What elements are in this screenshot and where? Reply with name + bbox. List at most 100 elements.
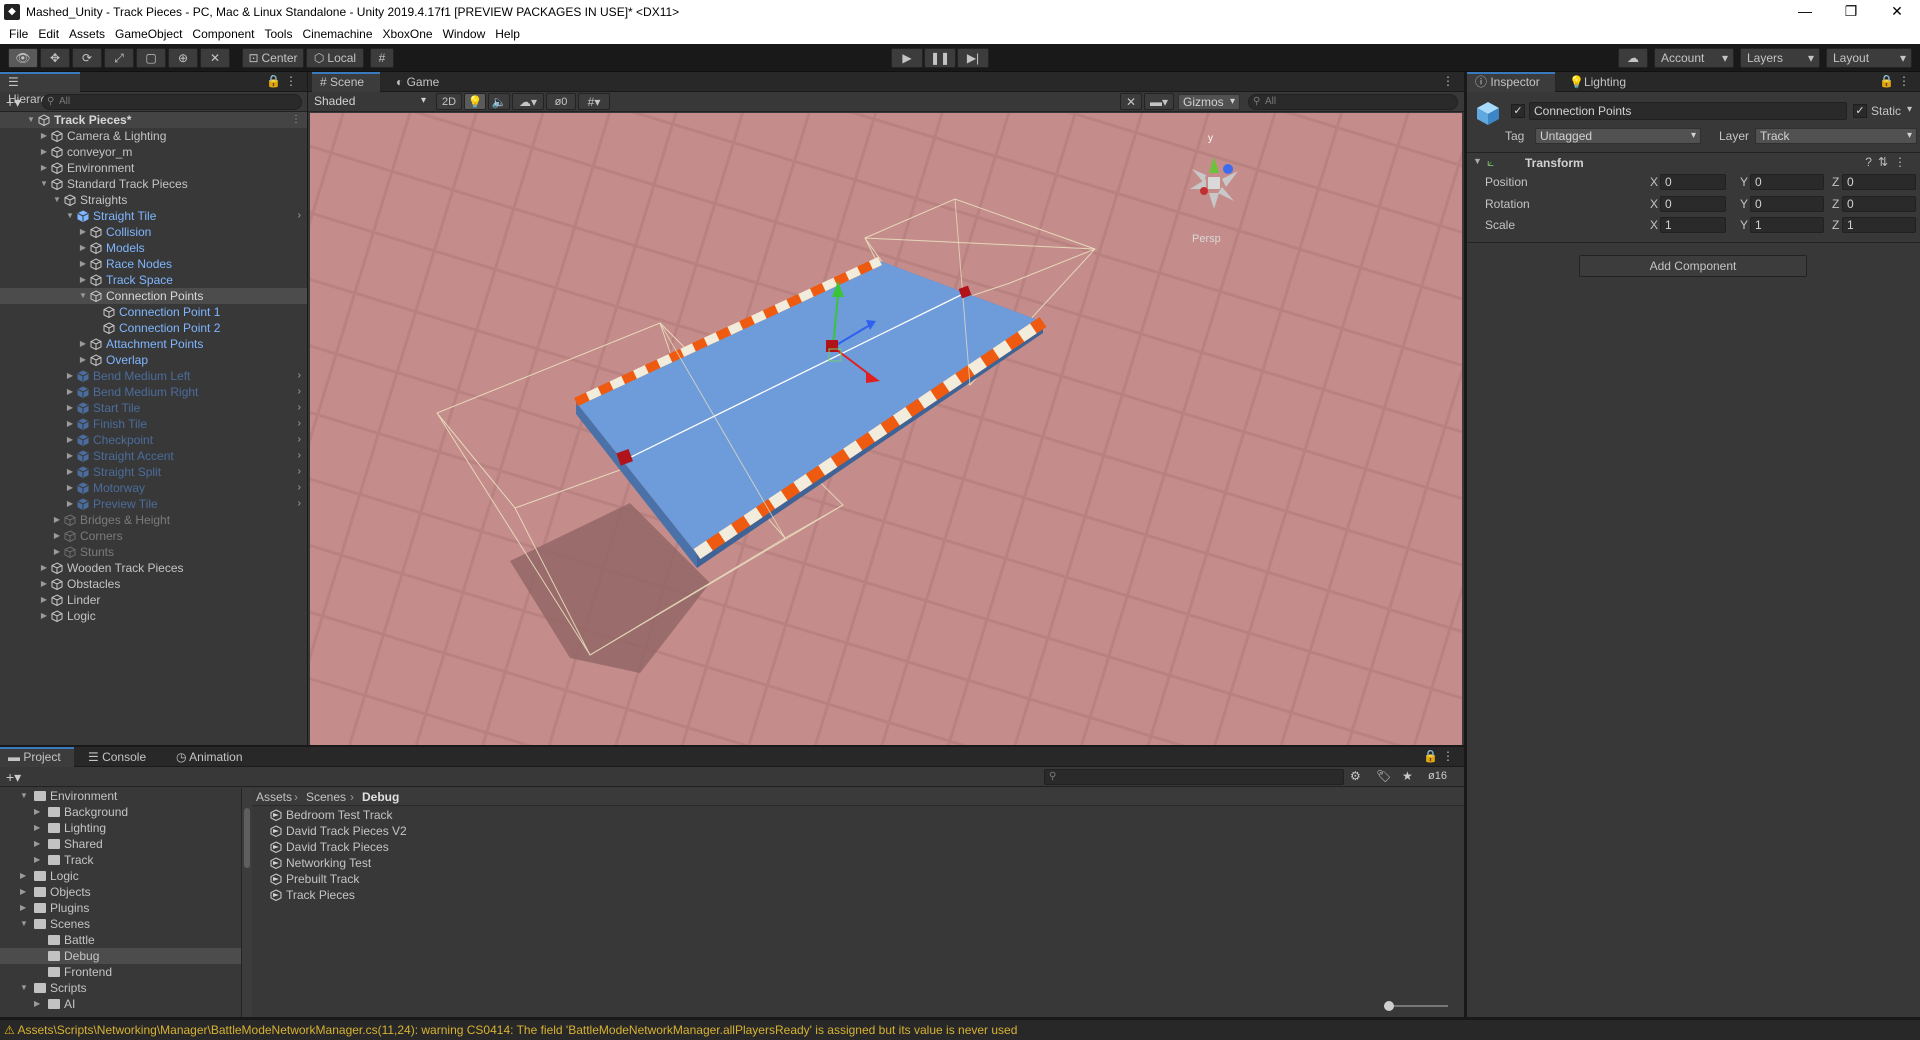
hierarchy-row[interactable]: ▶ Obstacles xyxy=(0,576,307,592)
expand-arrow-down-icon[interactable]: ▼ xyxy=(39,176,49,192)
prefab-open-chevron-icon[interactable]: › xyxy=(298,400,301,416)
persp-label[interactable]: Persp xyxy=(1192,233,1221,245)
prefab-open-chevron-icon[interactable]: › xyxy=(298,432,301,448)
step-button[interactable]: ▶| xyxy=(957,48,989,68)
hierarchy-row[interactable]: ▶ Preview Tile › xyxy=(0,496,307,512)
scene-search-input[interactable]: ⚲ All xyxy=(1248,94,1458,110)
hierarchy-row[interactable]: ▶ Checkpoint › xyxy=(0,432,307,448)
expand-arrow-right-icon[interactable]: ▶ xyxy=(20,868,26,884)
prefab-open-chevron-icon[interactable]: › xyxy=(298,416,301,432)
prefab-open-chevron-icon[interactable]: › xyxy=(298,496,301,512)
hierarchy-row[interactable]: ▶ Straight Split › xyxy=(0,464,307,480)
expand-arrow-right-icon[interactable]: ▶ xyxy=(20,900,26,916)
tab-console[interactable]: ☰ Console xyxy=(80,747,154,767)
scale-x-field[interactable]: 1 xyxy=(1660,217,1726,233)
prefab-open-chevron-icon[interactable]: › xyxy=(298,480,301,496)
pivot-local-toggle[interactable]: ⬡ Local xyxy=(306,48,364,68)
layer-dropdown[interactable]: Track xyxy=(1755,128,1917,144)
folder-tree-item[interactable]: ▼ Scripts xyxy=(0,980,241,996)
hierarchy-row[interactable]: ▶ Overlap xyxy=(0,352,307,368)
layers-dropdown[interactable]: Layers ▾ xyxy=(1740,48,1820,68)
transform-component-header[interactable]: ▼ ⟀ Transform ?⇅⋮ xyxy=(1467,153,1920,173)
hidden-packages-toggle[interactable]: ø16 xyxy=(1428,770,1447,782)
expand-arrow-right-icon[interactable]: ▶ xyxy=(39,128,49,144)
expand-arrow-down-icon[interactable]: ▼ xyxy=(78,288,88,304)
scale-z-field[interactable]: 1 xyxy=(1842,217,1916,233)
tools-icon[interactable]: ✕ xyxy=(1120,93,1142,110)
rect-tool-icon[interactable]: ▢ xyxy=(136,48,166,68)
expand-arrow-right-icon[interactable]: ▶ xyxy=(78,352,88,368)
menu-help[interactable]: Help xyxy=(490,27,525,41)
hierarchy-row[interactable]: ▼ Straights xyxy=(0,192,307,208)
expand-arrow-right-icon[interactable]: ▶ xyxy=(39,576,49,592)
hierarchy-row[interactable]: ▶ Start Tile › xyxy=(0,400,307,416)
pause-button[interactable]: ❚❚ xyxy=(924,48,956,68)
rotation-x-field[interactable]: 0 xyxy=(1660,196,1726,212)
hierarchy-row[interactable]: ▶ Attachment Points xyxy=(0,336,307,352)
camera-settings-icon[interactable]: ▬▾ xyxy=(1144,93,1174,110)
hierarchy-row[interactable]: ▶ Collision xyxy=(0,224,307,240)
prefab-open-chevron-icon[interactable]: › xyxy=(298,448,301,464)
expand-arrow-right-icon[interactable]: ▶ xyxy=(39,592,49,608)
hierarchy-row[interactable]: ▶ Camera & Lighting xyxy=(0,128,307,144)
expand-arrow-right-icon[interactable]: ▶ xyxy=(39,144,49,160)
hierarchy-row[interactable]: ▼ Connection Points xyxy=(0,288,307,304)
static-dropdown-chevron-icon[interactable]: ▾ xyxy=(1907,104,1912,115)
hidden-objects-toggle[interactable]: ø0 xyxy=(546,93,576,110)
scene-options-icon[interactable]: ⋮ xyxy=(291,112,301,128)
favorite-star-icon[interactable]: ★ xyxy=(1402,769,1413,783)
filter-type-icon[interactable]: ⚙ xyxy=(1350,769,1361,783)
play-button[interactable]: ▶ xyxy=(891,48,923,68)
expand-arrow-right-icon[interactable]: ▶ xyxy=(65,432,75,448)
menu-file[interactable]: File xyxy=(4,27,33,41)
expand-arrow-right-icon[interactable]: ▶ xyxy=(65,464,75,480)
component-help-settings-icons[interactable]: ?⇅⋮ xyxy=(1865,155,1912,169)
project-search-input[interactable]: ⚲ xyxy=(1044,769,1344,785)
expand-arrow-right-icon[interactable]: ▶ xyxy=(52,512,62,528)
hierarchy-row[interactable]: ▶ Track Space xyxy=(0,272,307,288)
hierarchy-row[interactable]: ▶ Corners xyxy=(0,528,307,544)
folder-tree-item[interactable]: ▼ Environment xyxy=(0,788,241,804)
expand-arrow-down-icon[interactable]: ▼ xyxy=(20,980,28,996)
expand-arrow-right-icon[interactable]: ▶ xyxy=(65,480,75,496)
prefab-open-chevron-icon[interactable]: › xyxy=(298,208,301,224)
tab-inspector[interactable]: ⓘ Inspector xyxy=(1467,72,1555,92)
prefab-open-chevron-icon[interactable]: › xyxy=(298,384,301,400)
menu-cinemachine[interactable]: Cinemachine xyxy=(297,27,377,41)
move-tool-icon[interactable]: ✥ xyxy=(40,48,70,68)
lock-icon[interactable]: 🔒⋮ xyxy=(266,74,301,88)
folder-tree-item[interactable]: ▶ Lighting xyxy=(0,820,241,836)
account-dropdown[interactable]: Account ▾ xyxy=(1654,48,1734,68)
tab-hierarchy[interactable]: ☰ Hierarchy xyxy=(0,72,80,106)
hierarchy-row[interactable]: ▼ Straight Tile › xyxy=(0,208,307,224)
prefab-open-chevron-icon[interactable]: › xyxy=(298,464,301,480)
create-plus-icon[interactable]: +▾ xyxy=(6,94,21,111)
tree-scrollbar-thumb[interactable] xyxy=(244,808,250,868)
breadcrumb-assets[interactable]: Assets xyxy=(256,790,292,804)
filter-label-icon[interactable]: 🏷 xyxy=(1376,769,1391,783)
scale-y-field[interactable]: 1 xyxy=(1750,217,1824,233)
rotate-tool-icon[interactable]: ⟳ xyxy=(72,48,102,68)
menu-gameobject[interactable]: GameObject xyxy=(110,27,187,41)
expand-arrow-right-icon[interactable]: ▶ xyxy=(34,852,40,868)
expand-arrow-down-icon[interactable]: ▼ xyxy=(26,112,36,128)
lighting-toggle-icon[interactable]: 💡 xyxy=(464,93,486,110)
expand-arrow-right-icon[interactable]: ▶ xyxy=(78,256,88,272)
status-bar[interactable]: ⚠ Assets\Scripts\Networking\Manager\Batt… xyxy=(0,1019,1920,1040)
hierarchy-row[interactable]: ▶ Straight Accent › xyxy=(0,448,307,464)
expand-arrow-right-icon[interactable]: ▶ xyxy=(65,496,75,512)
prefab-open-chevron-icon[interactable]: › xyxy=(298,368,301,384)
expand-arrow-right-icon[interactable]: ▶ xyxy=(65,400,75,416)
expand-arrow-right-icon[interactable]: ▶ xyxy=(34,836,40,852)
folder-tree-item[interactable]: ▶ Background xyxy=(0,804,241,820)
menu-component[interactable]: Component xyxy=(187,27,259,41)
expand-arrow-right-icon[interactable]: ▶ xyxy=(39,608,49,624)
expand-arrow-right-icon[interactable]: ▶ xyxy=(39,560,49,576)
tab-animation[interactable]: ◷ Animation xyxy=(168,747,251,767)
expand-arrow-right-icon[interactable]: ▶ xyxy=(34,996,40,1012)
expand-arrow-right-icon[interactable]: ▶ xyxy=(52,544,62,560)
object-name-field[interactable]: Connection Points xyxy=(1529,102,1847,120)
folder-tree-item[interactable]: Frontend xyxy=(0,964,241,980)
expand-arrow-right-icon[interactable]: ▶ xyxy=(65,416,75,432)
layout-dropdown[interactable]: Layout ▾ xyxy=(1826,48,1912,68)
